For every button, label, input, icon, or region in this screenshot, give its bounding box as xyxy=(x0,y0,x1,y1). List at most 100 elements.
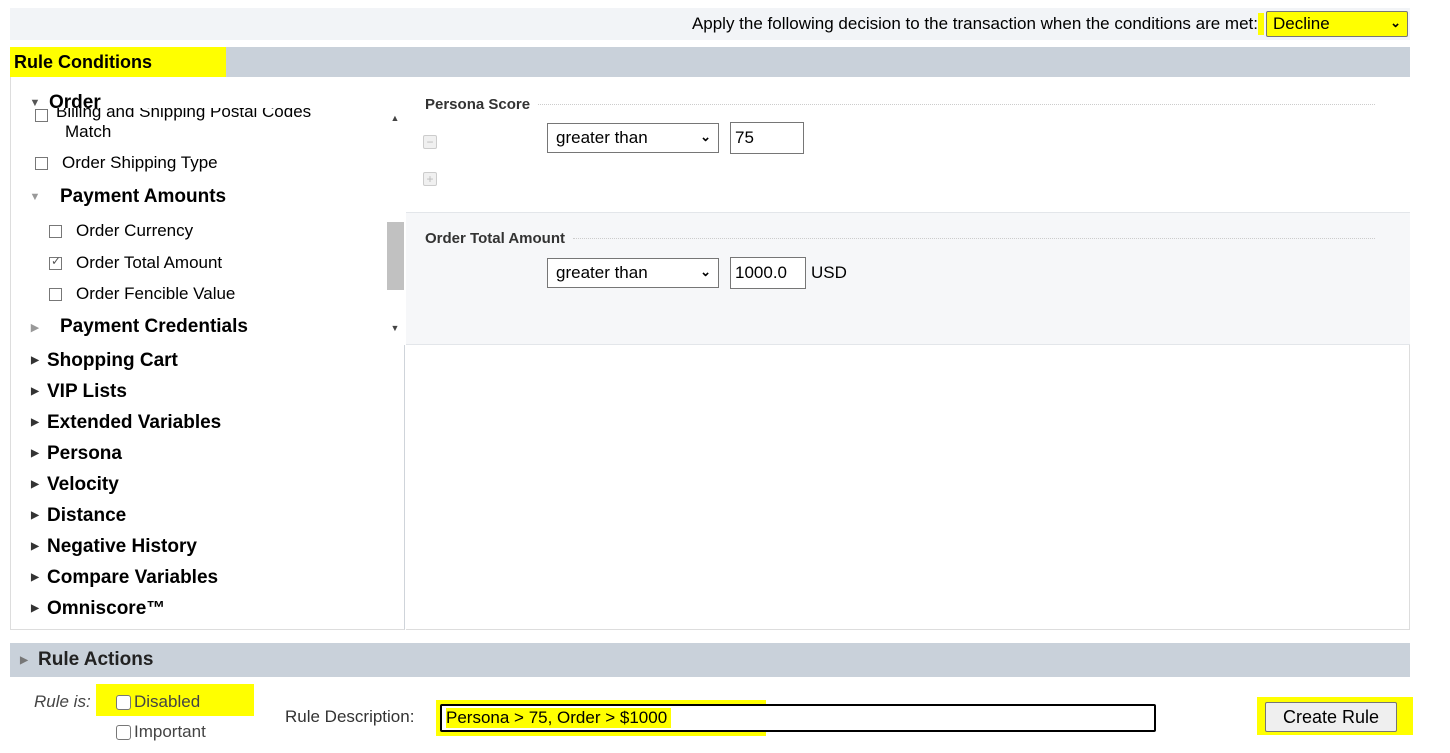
tree-item-label: Order Shipping Type xyxy=(62,153,218,172)
tree-group-label: Extended Variables xyxy=(47,411,222,433)
order-total-value-input[interactable]: 1000.0 xyxy=(730,257,806,289)
tree-scroll-region[interactable]: ▼ Order Billing and Shipping Postal Code… xyxy=(11,77,406,345)
rule-conditions-header: Rule Conditions xyxy=(10,47,1410,77)
collapsed-triangle-icon: ▶ xyxy=(31,386,39,397)
order-total-operator-select[interactable]: greater than ⌄ xyxy=(547,258,719,288)
tree-item-label: Order Total Amount xyxy=(76,253,223,272)
checkbox-icon[interactable] xyxy=(35,109,48,122)
tree-group-compare-variables[interactable]: ▶ Compare Variables xyxy=(11,562,406,593)
tree-item-partial-label: Billing and Shipping Postal Codes xyxy=(56,108,312,121)
condition-title-text: Persona Score xyxy=(425,96,531,113)
condition-order-total: Order Total Amount greater than ⌄ 1000.0… xyxy=(406,213,1410,345)
collapsed-triangle-icon: ▶ xyxy=(31,479,39,490)
condition-title-text: Order Total Amount xyxy=(425,230,565,247)
create-rule-button[interactable]: Create Rule xyxy=(1265,702,1397,732)
collapsed-triangle-icon: ▶ xyxy=(31,448,39,459)
condition-title: Persona Score xyxy=(425,96,1375,113)
chevron-down-icon: ⌄ xyxy=(1390,15,1401,31)
input-value: 75 xyxy=(735,128,754,147)
conditions-editor: Persona Score − + greater than ⌄ 75 Orde… xyxy=(406,77,1410,630)
title-divider xyxy=(573,238,1375,239)
decision-select[interactable]: Decline ⌄ xyxy=(1266,11,1408,37)
tree-group-negative-history[interactable]: ▶ Negative History xyxy=(11,531,406,562)
operator-value: greater than xyxy=(556,128,648,147)
conditions-tree: ▼ Order Billing and Shipping Postal Code… xyxy=(10,77,406,630)
tree-item-label: Order Currency xyxy=(76,221,194,240)
rule-description-label: Rule Description: xyxy=(285,707,415,726)
rule-description-input[interactable]: Persona > 75, Order > $1000 xyxy=(440,704,1156,732)
collapsed-triangle-icon: ▶ xyxy=(31,417,39,428)
disabled-checkbox[interactable] xyxy=(116,694,131,710)
tree-item-partial[interactable]: Billing and Shipping Postal Codes xyxy=(35,108,311,122)
persona-operator-select[interactable]: greater than ⌄ xyxy=(547,123,719,153)
checkbox-icon[interactable] xyxy=(35,156,48,170)
tree-item-order-currency[interactable]: Order Currency xyxy=(49,221,193,241)
chevron-down-icon: ⌄ xyxy=(700,129,711,145)
operator-value: greater than xyxy=(556,263,648,282)
collapsed-triangle-icon: ▶ xyxy=(20,654,28,666)
disabled-label: Disabled xyxy=(134,692,201,711)
tree-group-payment-credentials[interactable]: ▶ Payment Credentials xyxy=(25,316,248,338)
collapsed-triangle-icon: ▶ xyxy=(31,510,39,521)
rule-actions-title: Rule Actions xyxy=(38,649,154,670)
tree-item-partial-cont-label: Match xyxy=(65,122,112,141)
checkbox-checked-icon[interactable] xyxy=(49,254,62,270)
tree-group-payment-amounts[interactable]: ▼ Payment Amounts xyxy=(25,186,227,208)
rule-actions-header[interactable]: ▶ Rule Actions xyxy=(10,643,1410,677)
collapsed-triangle-icon: ▶ xyxy=(31,603,39,614)
important-checkbox-row[interactable]: Important xyxy=(116,722,206,742)
rule-is-label: Rule is: xyxy=(34,692,91,711)
rule-conditions-title: Rule Conditions xyxy=(10,47,226,77)
title-divider xyxy=(538,104,1375,105)
tree-groups: ▶ Shopping Cart ▶ VIP Lists ▶ Extended Vari… xyxy=(11,345,406,624)
tree-group-label: Shopping Cart xyxy=(47,349,178,371)
tree-group-label: VIP Lists xyxy=(47,380,127,402)
collapsed-triangle-icon: ▶ xyxy=(31,355,39,366)
tree-item-order-total-amount[interactable]: Order Total Amount xyxy=(49,253,222,273)
decision-bar: Apply the following decision to the tran… xyxy=(10,8,1410,40)
tree-group-label: Negative History xyxy=(47,535,197,557)
tree-group-vip-lists[interactable]: ▶ VIP Lists xyxy=(11,376,406,407)
tree-item-order-fencible-value[interactable]: Order Fencible Value xyxy=(49,284,235,304)
checkbox-icon[interactable] xyxy=(49,224,62,238)
tree-item-partial-cont: Match xyxy=(65,122,111,142)
decision-label-highlight xyxy=(1258,13,1264,35)
currency-unit: USD xyxy=(811,263,847,282)
chevron-down-icon: ⌄ xyxy=(700,264,711,280)
important-checkbox[interactable] xyxy=(116,724,131,740)
tree-item-label: Order Fencible Value xyxy=(76,284,236,303)
tree-group-persona[interactable]: ▶ Persona xyxy=(11,438,406,469)
tree-group-label: Persona xyxy=(47,442,122,464)
decision-select-value: Decline xyxy=(1273,14,1330,33)
collapsed-triangle-icon: ▶ xyxy=(31,541,39,552)
tree-group-distance[interactable]: ▶ Distance xyxy=(11,500,406,531)
input-value: 1000.0 xyxy=(735,263,787,282)
expanded-triangle-icon: ▼ xyxy=(29,191,41,203)
tree-group-label: Payment Credentials xyxy=(60,316,248,337)
scroll-down-icon[interactable]: ▼ xyxy=(384,323,406,341)
collapsed-triangle-icon: ▶ xyxy=(31,572,39,583)
checkbox-icon[interactable] xyxy=(49,287,62,301)
condition-persona-score: Persona Score − + greater than ⌄ 75 xyxy=(406,77,1410,213)
tree-group-omniscore[interactable]: ▶ Omniscore™ xyxy=(11,593,406,624)
scrollbar-thumb[interactable] xyxy=(387,222,404,290)
tree-group-velocity[interactable]: ▶ Velocity xyxy=(11,469,406,500)
tree-scrollbar[interactable]: ▲ ▼ xyxy=(384,77,406,345)
tree-group-extended-variables[interactable]: ▶ Extended Variables xyxy=(11,407,406,438)
tree-group-label: Distance xyxy=(47,504,127,526)
scroll-up-icon[interactable]: ▲ xyxy=(384,113,406,131)
description-value: Persona > 75, Order > $1000 xyxy=(446,708,672,728)
tree-group-label: Payment Amounts xyxy=(60,186,227,207)
tree-group-label: Omniscore™ xyxy=(47,597,166,619)
tree-group-label: Compare Variables xyxy=(47,566,219,588)
tree-group-label: Velocity xyxy=(47,473,119,495)
add-condition-icon[interactable]: + xyxy=(423,172,437,186)
condition-title: Order Total Amount xyxy=(425,230,1375,247)
tree-item-order-shipping-type[interactable]: Order Shipping Type xyxy=(35,153,218,173)
disabled-checkbox-row[interactable]: Disabled xyxy=(116,692,200,712)
persona-value-input[interactable]: 75 xyxy=(730,122,804,154)
collapsed-triangle-icon: ▶ xyxy=(30,321,40,334)
important-label: Important xyxy=(134,722,206,741)
tree-group-shopping-cart[interactable]: ▶ Shopping Cart xyxy=(11,345,406,376)
remove-condition-icon[interactable]: − xyxy=(423,135,437,149)
